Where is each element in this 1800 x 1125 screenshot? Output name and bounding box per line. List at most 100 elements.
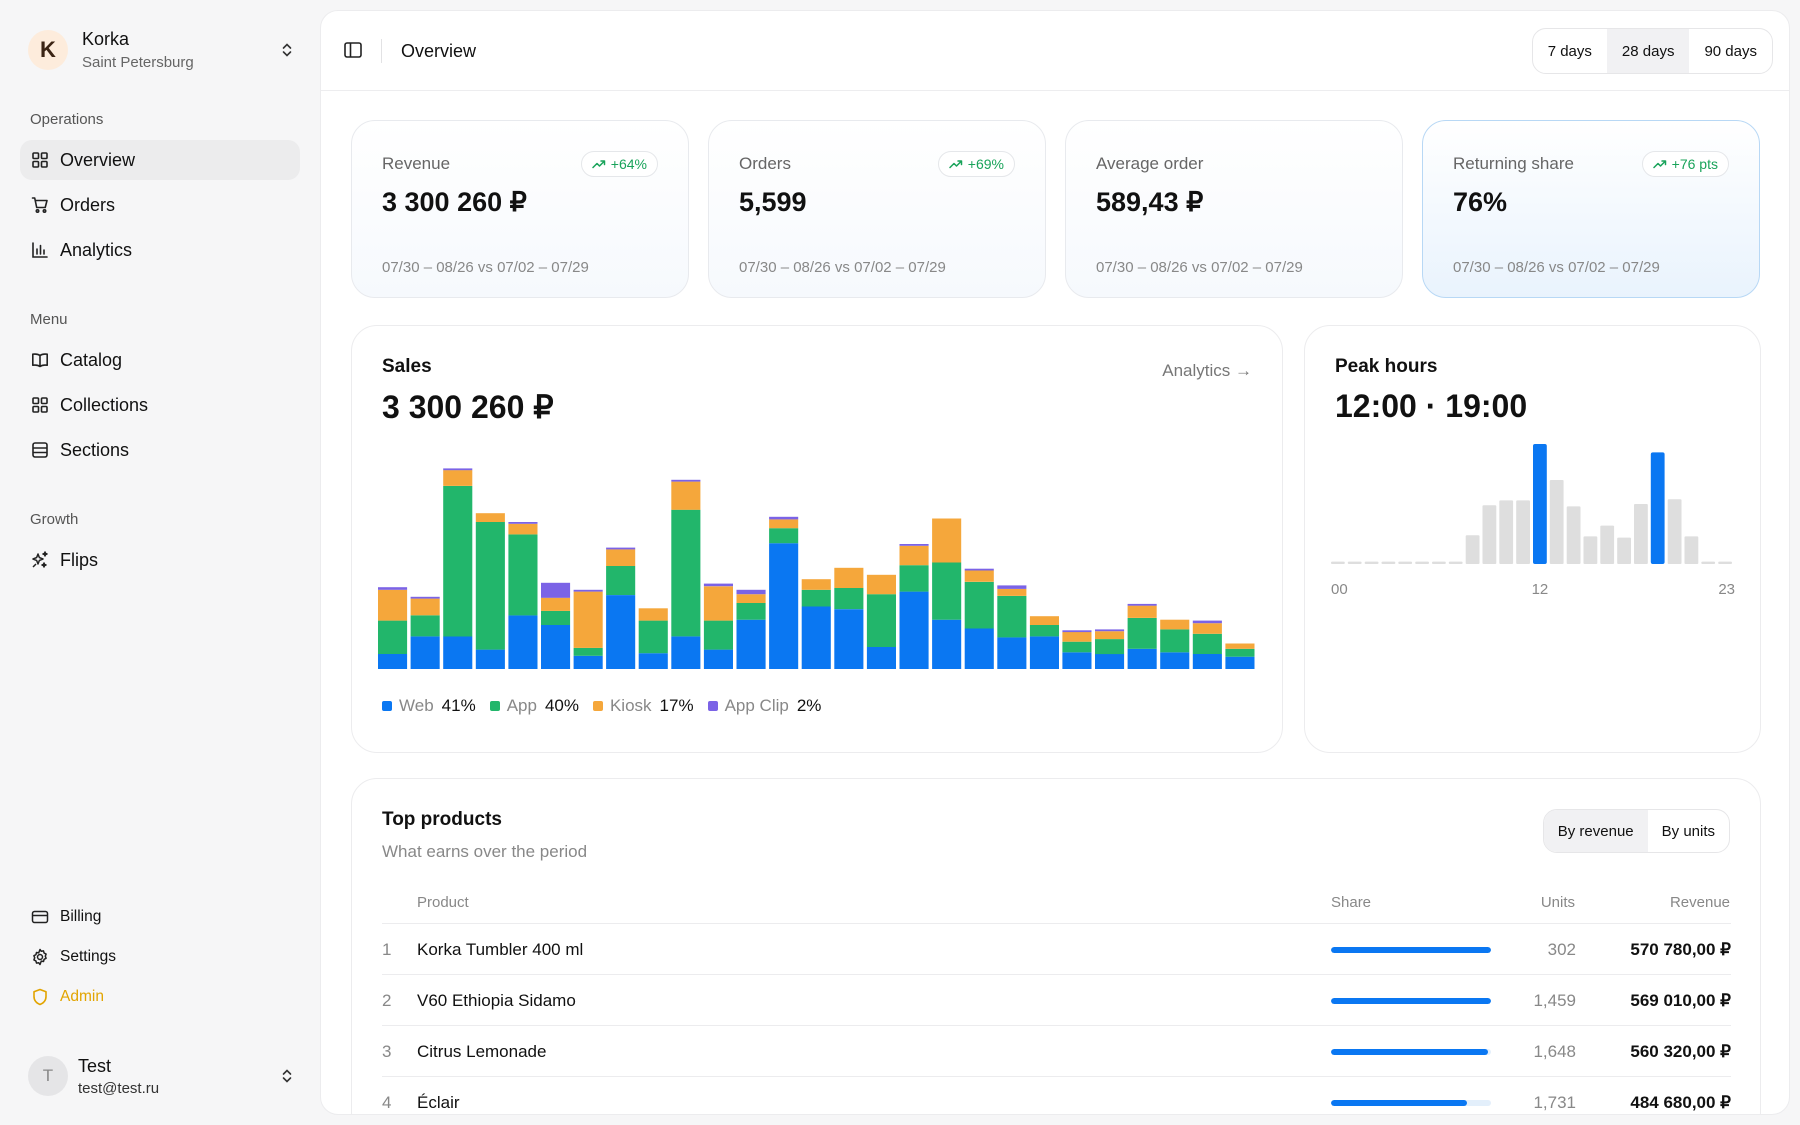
peak-tick-label: 00	[1331, 581, 1348, 598]
bar-segment-web	[443, 636, 473, 669]
bar-segment-web	[997, 637, 1027, 669]
revenue-value: 569 010,00 ₽	[1630, 991, 1731, 1010]
bar-chart-icon	[30, 240, 50, 260]
range-7-days-button[interactable]: 7 days	[1533, 29, 1607, 73]
bar-segment-app	[1192, 633, 1222, 654]
column-header-revenue: Revenue	[1669, 894, 1730, 911]
kpi-card-revenue: Revenue +64% 3 300 260 ₽ 07/30 – 08/26 v…	[351, 120, 689, 298]
peak-bar	[1634, 504, 1648, 564]
kpi-label: Revenue	[382, 154, 451, 173]
sales-legend: Web 41% App 40% Kiosk 17% App Clip 2%	[382, 696, 835, 716]
bar-segment-kiosk	[1095, 631, 1125, 640]
sidebar-toggle-icon[interactable]	[343, 40, 365, 62]
sidebar-item-catalog[interactable]: Catalog	[20, 340, 300, 380]
legend-pct: 2%	[796, 696, 822, 715]
sidebar-item-billing[interactable]: Billing	[20, 897, 300, 937]
bar-segment-web	[736, 619, 766, 669]
table-row[interactable]: 3 Citrus Lemonade 1,648 560 320,00 ₽	[382, 1025, 1731, 1076]
sidebar-item-label: Admin	[60, 988, 104, 1005]
kpi-value: 76%	[1453, 187, 1508, 217]
org-city: Saint Petersburg	[82, 54, 194, 71]
bar-segment-app-clip	[703, 583, 733, 587]
bar-segment-kiosk	[997, 588, 1027, 596]
sidebar-item-label: Analytics	[60, 239, 133, 260]
bar-segment-web	[703, 649, 733, 669]
cart-icon	[30, 195, 50, 215]
column-header-units: Units	[1540, 894, 1575, 911]
sparkle-icon	[30, 550, 50, 570]
bar-segment-app	[866, 594, 896, 647]
bar-segment-kiosk	[1127, 605, 1157, 618]
bar-segment-kiosk	[932, 518, 962, 563]
product-name: Citrus Lemonade	[417, 1042, 547, 1061]
sidebar-item-admin[interactable]: Admin	[20, 977, 300, 1017]
trend-badge: +69%	[937, 151, 1015, 177]
bar-segment-kiosk	[410, 598, 440, 616]
bar-segment-kiosk	[1192, 623, 1222, 634]
table-row[interactable]: 1 Korka Tumbler 400 ml 302 570 780,00 ₽	[382, 923, 1731, 974]
org-switcher[interactable]: K Korka Saint Petersburg	[28, 26, 298, 74]
peak-bar	[1347, 561, 1362, 564]
user-menu[interactable]: T Test test@test.ru	[28, 1054, 298, 1098]
sidebar-item-label: Billing	[60, 908, 102, 925]
sidebar-item-flips[interactable]: Flips	[20, 540, 300, 580]
bar-segment-web	[1192, 654, 1222, 669]
sidebar-item-settings[interactable]: Settings	[20, 937, 300, 977]
bar-segment-app	[378, 620, 408, 654]
by-units-button[interactable]: By units	[1648, 810, 1729, 852]
kpi-compare: 07/30 – 08/26 vs 07/02 – 07/29	[1096, 259, 1303, 276]
bar-segment-app-clip	[443, 468, 473, 471]
sidebar-item-orders[interactable]: Orders	[20, 185, 300, 225]
bar-segment-kiosk	[801, 579, 831, 590]
trend-up-icon	[1652, 160, 1666, 169]
row-rank: 1	[382, 940, 392, 959]
bar-segment-app	[541, 610, 571, 625]
bar-segment-kiosk	[475, 513, 505, 522]
sidebar-item-label: Sections	[60, 439, 130, 460]
product-name: Korka Tumbler 400 ml	[417, 940, 584, 959]
bar-segment-app	[834, 588, 864, 610]
sidebar-item-sections[interactable]: Sections	[20, 430, 300, 470]
kpi-card-average-order: Average order 589,43 ₽ 07/30 – 08/26 vs …	[1065, 120, 1403, 298]
kpi-label: Returning share	[1453, 154, 1574, 173]
peak-bar	[1701, 561, 1716, 564]
range-28-days-button[interactable]: 28 days	[1606, 29, 1690, 73]
bar-segment-web	[475, 649, 505, 669]
share-bar	[1331, 1100, 1491, 1106]
topbar: Overview 7 days 28 days 90 days	[321, 11, 1789, 91]
bar-segment-app-clip	[1095, 629, 1125, 632]
bar-segment-web	[834, 609, 864, 669]
row-rank: 4	[382, 1093, 392, 1112]
table-row[interactable]: 4 Éclair 1,731 484 680,00 ₽	[382, 1076, 1731, 1114]
peak-bar	[1432, 561, 1446, 564]
bar-segment-web	[1127, 648, 1157, 669]
column-header-share: Share	[1331, 894, 1372, 911]
bar-segment-app	[410, 615, 440, 637]
table-row[interactable]: 2 V60 Ethiopia Sidamo 1,459 569 010,00 ₽	[382, 974, 1731, 1025]
legend-pct: 41%	[441, 696, 476, 715]
peak-tick-label: 23	[1718, 581, 1735, 598]
range-90-days-button[interactable]: 90 days	[1689, 29, 1772, 73]
book-icon	[30, 350, 50, 370]
analytics-link[interactable]: Analytics →	[1162, 361, 1252, 381]
bar-segment-web	[410, 636, 440, 669]
revenue-value: 484 680,00 ₽	[1630, 1093, 1731, 1112]
bar-segment-kiosk	[443, 470, 473, 486]
trend-value: +76 pts	[1671, 156, 1718, 172]
bar-segment-web	[378, 654, 408, 669]
sidebar-item-overview[interactable]: Overview	[20, 140, 300, 180]
bar-segment-app	[443, 486, 473, 637]
bar-segment-web	[541, 625, 571, 669]
bar-segment-app	[899, 565, 929, 592]
bar-segment-app-clip	[1127, 603, 1157, 606]
trend-value: +69%	[967, 156, 1004, 172]
sidebar-item-analytics[interactable]: Analytics	[20, 230, 300, 270]
bar-segment-app	[703, 620, 733, 650]
units-value: 1,731	[1533, 1093, 1576, 1112]
sidebar-item-label: Flips	[60, 549, 99, 570]
sidebar-item-collections[interactable]: Collections	[20, 385, 300, 425]
bar-segment-app	[638, 620, 668, 654]
by-revenue-button[interactable]: By revenue	[1543, 810, 1648, 852]
peak-bar	[1583, 536, 1598, 564]
top-products-card: Top products What earns over the period …	[351, 778, 1761, 1114]
